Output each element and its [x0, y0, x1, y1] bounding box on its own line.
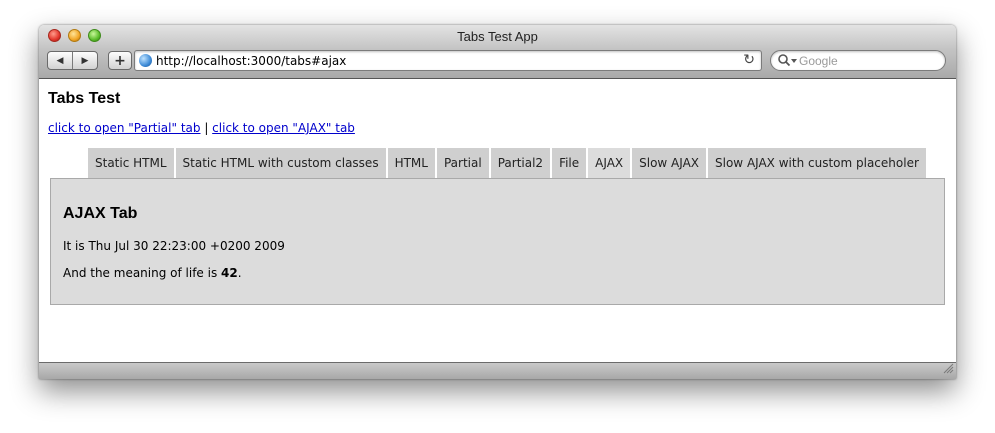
tab-panel: AJAX Tab It is Thu Jul 30 22:23:00 +0200…	[50, 178, 945, 305]
tab-html[interactable]: HTML	[387, 148, 435, 178]
tab-partial2[interactable]: Partial2	[490, 148, 551, 178]
url-text[interactable]: http://localhost:3000/tabs#ajax	[156, 54, 346, 68]
window-title: Tabs Test App	[457, 29, 538, 44]
tab-ajax[interactable]: AJAX	[588, 148, 631, 178]
back-button[interactable]: ◀	[48, 52, 72, 69]
forward-arrow-icon: ▶	[81, 55, 89, 66]
status-bar	[39, 362, 956, 379]
tab-slow-ajax[interactable]: Slow AJAX	[632, 148, 707, 178]
meaning-suffix: .	[237, 266, 242, 280]
meaning-value: 42	[221, 266, 238, 280]
panel-date-text: It is Thu Jul 30 22:23:00 +0200 2009	[63, 239, 285, 253]
search-field[interactable]	[770, 50, 946, 71]
link-separator: |	[200, 121, 213, 135]
add-bookmark-button[interactable]: +	[108, 51, 132, 70]
tab-links: click to open "Partial" tab | click to o…	[48, 121, 355, 135]
open-partial-tab-link[interactable]: click to open "Partial" tab	[48, 121, 201, 135]
search-icon[interactable]	[777, 53, 799, 68]
back-arrow-icon: ◀	[56, 55, 64, 66]
forward-button[interactable]: ▶	[72, 52, 97, 69]
tab-static-html-with-custom-classes[interactable]: Static HTML with custom classes	[175, 148, 386, 178]
search-input[interactable]	[799, 53, 939, 68]
tab-slow-ajax-with-custom-placeholer[interactable]: Slow AJAX with custom placeholer	[708, 148, 926, 178]
panel-title: AJAX Tab	[63, 205, 138, 222]
history-nav-group: ◀ ▶	[47, 51, 98, 70]
tab-file[interactable]: File	[552, 148, 587, 178]
resize-grip-icon[interactable]	[942, 359, 954, 378]
browser-toolbar: Tabs Test App ◀ ▶ + http://localhost:300…	[39, 25, 956, 79]
tab-static-html[interactable]: Static HTML	[88, 148, 174, 178]
browser-window: Tabs Test App ◀ ▶ + http://localhost:300…	[39, 25, 956, 379]
page-title: Tabs Test	[48, 90, 121, 107]
tab-bar: Static HTML Static HTML with custom class…	[88, 148, 928, 178]
tab-partial[interactable]: Partial	[436, 148, 489, 178]
address-bar[interactable]: http://localhost:3000/tabs#ajax ↻	[134, 50, 762, 71]
meaning-prefix: And the meaning of life is	[63, 266, 222, 280]
open-ajax-tab-link[interactable]: click to open "AJAX" tab	[212, 121, 355, 135]
globe-icon	[139, 54, 152, 67]
panel-meaning-text: And the meaning of life is 42.	[63, 266, 242, 280]
reload-icon[interactable]: ↻	[743, 52, 755, 68]
page-content: Tabs Test click to open "Partial" tab | …	[39, 79, 956, 362]
